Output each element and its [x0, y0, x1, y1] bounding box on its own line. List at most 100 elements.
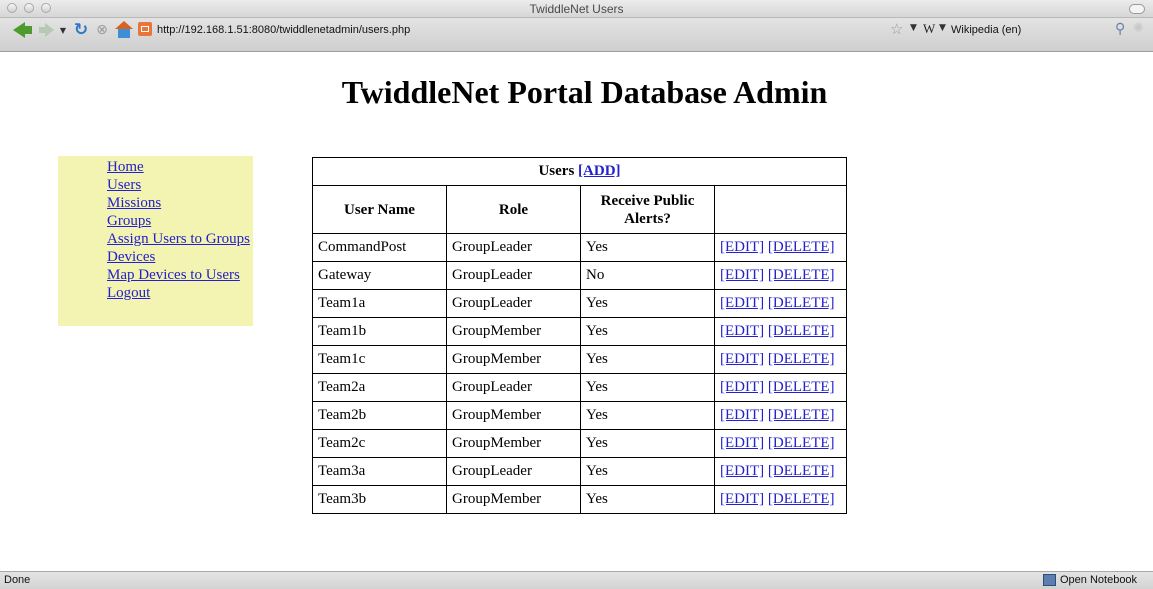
table-row: Team1a GroupLeader Yes [EDIT] [DELETE] [312, 289, 847, 318]
delete-user-link[interactable]: [DELETE] [768, 407, 835, 423]
alerts-cell: Yes [580, 485, 715, 514]
stop-icon[interactable]: ⊗ [93, 20, 111, 40]
edit-user-link[interactable]: [EDIT] [720, 267, 764, 283]
role-cell: GroupMember [446, 345, 581, 374]
role-cell: GroupLeader [446, 233, 581, 262]
delete-user-link[interactable]: [DELETE] [768, 351, 835, 367]
alerts-cell: Yes [580, 401, 715, 430]
history-dropdown-icon[interactable]: ▼ [58, 20, 68, 40]
reload-icon[interactable]: ↻ [72, 20, 90, 40]
user-name-cell: Team2c [312, 429, 447, 458]
actions-cell: [EDIT] [DELETE] [714, 345, 847, 374]
actions-cell: [EDIT] [DELETE] [714, 261, 847, 290]
column-header-user-name: User Name [312, 185, 447, 234]
title-bar: TwiddleNet Users [0, 0, 1153, 18]
user-name-cell: Team1a [312, 289, 447, 318]
alerts-cell: No [580, 261, 715, 290]
open-notebook-button[interactable]: Open Notebook [1060, 574, 1137, 586]
sidebar-item-home[interactable]: Home [107, 159, 144, 175]
alerts-cell: Yes [580, 373, 715, 402]
home-icon[interactable] [114, 20, 134, 40]
table-row: Team3a GroupLeader Yes [EDIT] [DELETE] [312, 457, 847, 486]
edit-user-link[interactable]: [EDIT] [720, 407, 764, 423]
url-dropdown-icon[interactable]: ▼ [910, 23, 917, 33]
alerts-cell: Yes [580, 429, 715, 458]
actions-cell: [EDIT] [DELETE] [714, 289, 847, 318]
back-icon[interactable] [8, 20, 36, 40]
delete-user-link[interactable]: [DELETE] [768, 295, 835, 311]
sidebar-item-users[interactable]: Users [107, 177, 141, 193]
table-caption-label: Users [538, 163, 575, 179]
forward-icon[interactable] [36, 20, 56, 40]
delete-user-link[interactable]: [DELETE] [768, 463, 835, 479]
actions-cell: [EDIT] [DELETE] [714, 457, 847, 486]
wikipedia-icon[interactable]: W [923, 21, 935, 37]
table-row: CommandPost GroupLeader Yes [EDIT] [DELETE] [312, 233, 847, 262]
edit-user-link[interactable]: [EDIT] [720, 323, 764, 339]
actions-cell: [EDIT] [DELETE] [714, 317, 847, 346]
user-rows: CommandPost GroupLeader Yes [EDIT] [DELETE]… [312, 233, 847, 514]
sidebar-item-assign-users-to-groups[interactable]: Assign Users to Groups [107, 231, 250, 247]
role-cell: GroupLeader [446, 373, 581, 402]
delete-user-link[interactable]: [DELETE] [768, 267, 835, 283]
delete-user-link[interactable]: [DELETE] [768, 491, 835, 507]
role-cell: GroupLeader [446, 457, 581, 486]
sidebar-item-logout[interactable]: Logout [107, 285, 150, 301]
site-favicon-icon [138, 22, 152, 36]
delete-user-link[interactable]: [DELETE] [768, 323, 835, 339]
add-user-link[interactable]: [ADD] [578, 163, 621, 179]
alerts-cell: Yes [580, 345, 715, 374]
edit-user-link[interactable]: [EDIT] [720, 435, 764, 451]
user-name-cell: Team2a [312, 373, 447, 402]
users-table: Users [ADD] User Name Role Receive Publi… [312, 157, 847, 514]
user-name-cell: CommandPost [312, 233, 447, 262]
column-header-receive-public-alerts: Receive Public Alerts? [580, 185, 715, 234]
search-field[interactable]: Wikipedia (en) [951, 24, 1021, 36]
user-name-cell: Team1b [312, 317, 447, 346]
role-cell: GroupMember [446, 317, 581, 346]
table-row: Team2a GroupLeader Yes [EDIT] [DELETE] [312, 373, 847, 402]
actions-cell: [EDIT] [DELETE] [714, 373, 847, 402]
actions-cell: [EDIT] [DELETE] [714, 401, 847, 430]
column-header-role: Role [446, 185, 581, 234]
edit-user-link[interactable]: [EDIT] [720, 351, 764, 367]
table-row: Team1b GroupMember Yes [EDIT] [DELETE] [312, 317, 847, 346]
search-icon[interactable]: ⚲ [1115, 21, 1125, 37]
table-caption: Users [ADD] [312, 157, 847, 186]
url-field[interactable]: http://192.168.1.51:8080/twiddlenetadmin… [157, 24, 410, 36]
edit-user-link[interactable]: [EDIT] [720, 491, 764, 507]
sidebar-item-groups[interactable]: Groups [107, 213, 151, 229]
role-cell: GroupMember [446, 429, 581, 458]
delete-user-link[interactable]: [DELETE] [768, 435, 835, 451]
delete-user-link[interactable]: [DELETE] [768, 239, 835, 255]
table-row: Team1c GroupMember Yes [EDIT] [DELETE] [312, 345, 847, 374]
alerts-cell: Yes [580, 289, 715, 318]
edit-user-link[interactable]: [EDIT] [720, 295, 764, 311]
alerts-cell: Yes [580, 457, 715, 486]
navigation-toolbar: ▼ ↻ ⊗ http://192.168.1.51:8080/twiddlene… [0, 18, 1153, 52]
sidebar-item-map-devices-to-users[interactable]: Map Devices to Users [107, 267, 240, 283]
user-name-cell: Team3a [312, 457, 447, 486]
status-bar: Done Open Notebook [0, 571, 1153, 589]
actions-cell: [EDIT] [DELETE] [714, 233, 847, 262]
delete-user-link[interactable]: [DELETE] [768, 379, 835, 395]
user-name-cell: Team1c [312, 345, 447, 374]
bookmark-star-icon[interactable]: ☆ [890, 20, 903, 38]
alerts-cell: Yes [580, 317, 715, 346]
user-name-cell: Team2b [312, 401, 447, 430]
notebook-icon[interactable] [1043, 574, 1056, 586]
search-engine-dropdown-icon[interactable]: ▼ [939, 23, 946, 33]
table-row: Team2c GroupMember Yes [EDIT] [DELETE] [312, 429, 847, 458]
role-cell: GroupLeader [446, 289, 581, 318]
edit-user-link[interactable]: [EDIT] [720, 463, 764, 479]
toolbar-toggle-button[interactable] [1129, 4, 1145, 14]
edit-user-link[interactable]: [EDIT] [720, 379, 764, 395]
alerts-cell: Yes [580, 233, 715, 262]
actions-cell: [EDIT] [DELETE] [714, 429, 847, 458]
user-name-cell: Team3b [312, 485, 447, 514]
sidebar-item-devices[interactable]: Devices [107, 249, 155, 265]
sidebar-item-missions[interactable]: Missions [107, 195, 161, 211]
edit-user-link[interactable]: [EDIT] [720, 239, 764, 255]
table-row: Team3b GroupMember Yes [EDIT] [DELETE] [312, 485, 847, 514]
user-name-cell: Gateway [312, 261, 447, 290]
